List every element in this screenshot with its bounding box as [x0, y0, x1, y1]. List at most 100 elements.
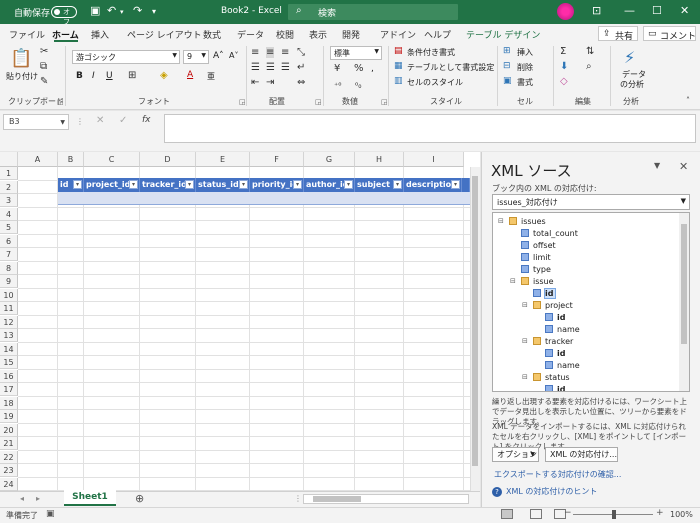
redo-icon[interactable]: ↷	[133, 4, 142, 17]
fill-icon[interactable]: ⬇	[560, 61, 568, 72]
tree-node[interactable]: id	[545, 348, 565, 359]
page-layout-view-icon[interactable]	[530, 509, 542, 519]
pane-close-icon[interactable]: ✕	[679, 160, 688, 173]
align-bottom-icon[interactable]: ≡	[281, 47, 289, 58]
row-header[interactable]: 17	[0, 383, 18, 396]
row-header[interactable]: 3	[0, 194, 18, 207]
zoom-level[interactable]: 100%	[670, 510, 693, 519]
table-header-cell[interactable]: status_id ▾	[196, 178, 250, 192]
xml-tips-link[interactable]: ? XML の対応付けのヒント	[492, 486, 597, 497]
table-header-cell[interactable]: subject ▾	[355, 178, 404, 192]
tab-file[interactable]: ファイル	[9, 28, 45, 41]
merge-center-icon[interactable]: ⇔	[297, 77, 305, 88]
minimize-icon[interactable]: —	[624, 4, 635, 17]
align-middle-icon[interactable]: ≡	[266, 47, 275, 58]
column-header[interactable]: E	[196, 152, 250, 167]
verify-map-link[interactable]: エクスポートする対応付けの確認...	[494, 469, 621, 480]
tab-addins[interactable]: アドイン	[380, 28, 416, 41]
name-box[interactable]: B3 ▼	[3, 114, 69, 130]
formula-input[interactable]	[164, 114, 696, 143]
copy-icon[interactable]: ⧉	[40, 61, 47, 72]
find-select-icon[interactable]: ⌕	[586, 61, 592, 72]
filter-dropdown-icon[interactable]: ▾	[129, 180, 138, 189]
row-header[interactable]: 5	[0, 221, 18, 234]
undo-dropdown-icon[interactable]: ▾	[120, 8, 124, 16]
xml-maps-button[interactable]: XML の対応付け...	[545, 447, 618, 462]
column-header[interactable]: F	[250, 152, 304, 167]
tab-data[interactable]: データ	[237, 28, 264, 41]
share-button[interactable]: ⇪ 共有	[598, 26, 638, 42]
decrease-decimal-icon[interactable]: ⁰₀	[355, 81, 361, 90]
grow-font-icon[interactable]: A˄	[213, 51, 224, 61]
sheet-tab-sheet1[interactable]: Sheet1	[64, 490, 116, 506]
clipboard-launcher-icon[interactable]: ◲	[57, 98, 64, 106]
normal-view-icon[interactable]	[501, 509, 513, 519]
tree-node[interactable]: name	[545, 360, 580, 371]
prev-sheet-icon[interactable]: ◂	[20, 494, 24, 503]
table-header-cell[interactable]: author_id ▾	[304, 178, 355, 192]
filter-dropdown-icon[interactable]: ▾	[344, 180, 353, 189]
table-header-cell[interactable]: id ▾	[58, 178, 84, 192]
currency-icon[interactable]: ¥	[334, 63, 340, 74]
insert-function-icon[interactable]: fx	[142, 115, 151, 125]
tree-node[interactable]: id	[533, 288, 557, 299]
macro-record-icon[interactable]: ▣	[46, 509, 55, 519]
xml-tree[interactable]: ⊟ issues total_count offset limit type ⊟ issue i…	[492, 212, 690, 392]
tree-node[interactable]: status	[533, 372, 570, 383]
row-header[interactable]: 14	[0, 342, 18, 356]
phonetic-icon[interactable]: 亜	[207, 71, 215, 82]
clear-icon[interactable]: ◇	[560, 76, 568, 87]
tab-view[interactable]: 表示	[309, 28, 327, 41]
tab-review[interactable]: 校閲	[276, 28, 294, 41]
row-header[interactable]: 2	[0, 180, 18, 194]
font-launcher-icon[interactable]: ◲	[239, 98, 246, 106]
font-size-combo[interactable]: 9 ▼	[183, 50, 209, 64]
tab-help[interactable]: ヘルプ	[424, 28, 451, 41]
row-header[interactable]: 23	[0, 464, 18, 477]
number-format-combo[interactable]: 標準 ▼	[330, 46, 382, 60]
row-header[interactable]: 11	[0, 302, 18, 315]
column-header[interactable]: B	[58, 152, 84, 167]
xml-map-select[interactable]: issues_対応付け ▼	[492, 194, 690, 210]
cell-styles-button[interactable]: セルのスタイル	[407, 77, 463, 88]
collapse-ribbon-icon[interactable]: ˄	[686, 96, 690, 105]
table-insert-row[interactable]	[58, 192, 470, 205]
filter-dropdown-icon[interactable]: ▾	[73, 180, 82, 189]
row-header[interactable]: 21	[0, 437, 18, 450]
next-sheet-icon[interactable]: ▸	[36, 494, 40, 503]
tab-developer[interactable]: 開発	[342, 28, 360, 41]
zoom-out-icon[interactable]: −	[564, 508, 572, 518]
customize-qat-icon[interactable]: ▾	[152, 7, 156, 16]
column-header[interactable]: A	[18, 152, 58, 167]
filter-dropdown-icon[interactable]: ▾	[293, 180, 302, 189]
decrease-indent-icon[interactable]: ⇤	[251, 77, 259, 88]
align-center-icon[interactable]: ☰	[266, 62, 275, 73]
row-header[interactable]: 9	[0, 275, 18, 288]
autosum-icon[interactable]: Σ	[560, 46, 566, 57]
tree-node[interactable]: project	[533, 300, 573, 311]
collapse-icon[interactable]: ⊟	[522, 337, 528, 345]
tree-node[interactable]: total_count	[521, 228, 578, 239]
fill-color-icon[interactable]: ◈	[160, 70, 168, 81]
row-header[interactable]: 24	[0, 477, 18, 491]
select-all-corner[interactable]	[0, 152, 18, 167]
table-header-cell[interactable]: tracker_id ▾	[140, 178, 196, 192]
row-header[interactable]: 19	[0, 410, 18, 423]
align-top-icon[interactable]: ≡	[251, 47, 259, 58]
row-header[interactable]: 7	[0, 248, 18, 261]
paste-icon[interactable]: 📋	[10, 48, 32, 69]
collapse-icon[interactable]: ⊟	[522, 373, 528, 381]
orientation-icon[interactable]: ⤡	[297, 47, 305, 58]
format-as-table-button[interactable]: テーブルとして書式設定	[407, 62, 494, 73]
tree-node[interactable]: issue	[521, 276, 554, 287]
comments-button[interactable]: ▭ コメント	[643, 26, 696, 42]
number-launcher-icon[interactable]: ◲	[381, 98, 388, 106]
font-name-combo[interactable]: 游ゴシック ▼	[72, 50, 180, 64]
row-header[interactable]: 12	[0, 315, 18, 329]
pane-options-icon[interactable]: ▼	[654, 161, 660, 170]
align-left-icon[interactable]: ☰	[251, 62, 260, 73]
bold-icon[interactable]: B	[76, 71, 83, 81]
cut-icon[interactable]: ✂	[40, 46, 48, 57]
column-header[interactable]: C	[84, 152, 140, 167]
table-header-cell[interactable]: project_id ▾	[84, 178, 140, 192]
